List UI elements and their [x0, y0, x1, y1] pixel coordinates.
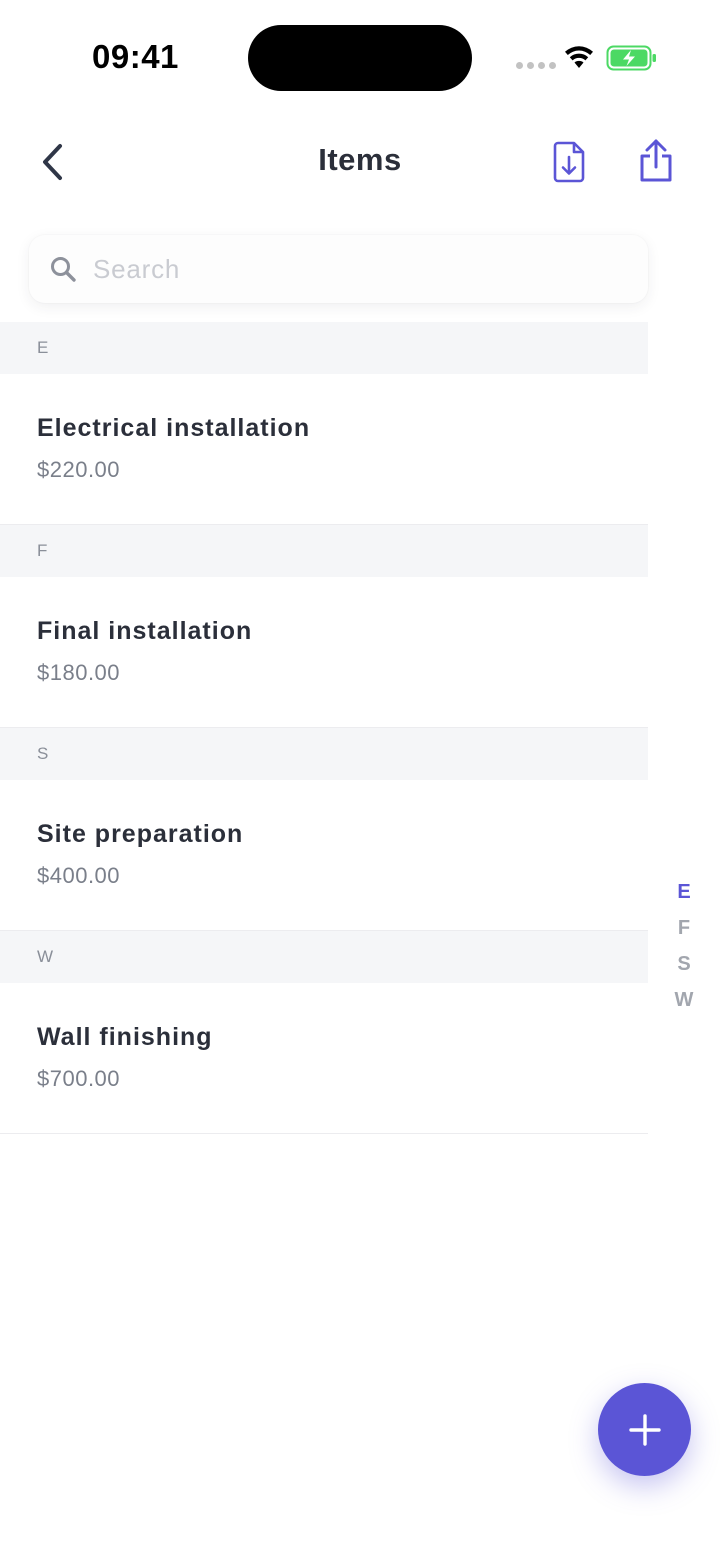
item-price: $180.00: [37, 660, 121, 685]
status-bar: 09:41: [0, 0, 720, 110]
status-time: 09:41: [92, 38, 179, 75]
item-name: Site preparation: [37, 820, 244, 848]
index-letter-s[interactable]: S: [664, 946, 704, 982]
section-header-s: S: [0, 728, 648, 780]
add-item-button[interactable]: [598, 1383, 691, 1476]
search-icon: [49, 255, 77, 283]
plus-icon: [628, 1413, 661, 1446]
cellular-signal-icon: [516, 62, 556, 69]
list-item[interactable]: Final installation $180.00: [0, 577, 648, 728]
section-header-e: E: [0, 322, 648, 374]
item-name: Final installation: [37, 617, 253, 645]
file-download-icon[interactable]: [550, 140, 590, 184]
index-letter-w[interactable]: W: [664, 982, 704, 1018]
list-item[interactable]: Electrical installation $220.00: [0, 374, 648, 525]
section-header-f: F: [0, 525, 648, 577]
search-bar[interactable]: [29, 235, 648, 303]
list-item[interactable]: Site preparation $400.00: [0, 780, 648, 931]
index-letter-e[interactable]: E: [664, 874, 704, 910]
item-price: $220.00: [37, 457, 121, 482]
alphabet-index: E F S W: [664, 874, 704, 1018]
section-header-w: W: [0, 931, 648, 983]
page-title: Items: [318, 142, 402, 177]
wifi-icon: [565, 46, 593, 68]
navigation-bar: Items: [0, 120, 720, 204]
dynamic-island: [248, 25, 472, 91]
item-price: $700.00: [37, 1066, 121, 1091]
item-name: Wall finishing: [37, 1023, 213, 1051]
share-icon[interactable]: [636, 138, 676, 184]
item-price: $400.00: [37, 863, 121, 888]
index-letter-f[interactable]: F: [664, 910, 704, 946]
battery-charging-icon: [606, 45, 656, 71]
search-input[interactable]: [93, 253, 593, 285]
item-name: Electrical installation: [37, 414, 311, 442]
list-item[interactable]: Wall finishing $700.00: [0, 983, 648, 1134]
items-list: E Electrical installation $220.00 F Fina…: [0, 322, 648, 1134]
